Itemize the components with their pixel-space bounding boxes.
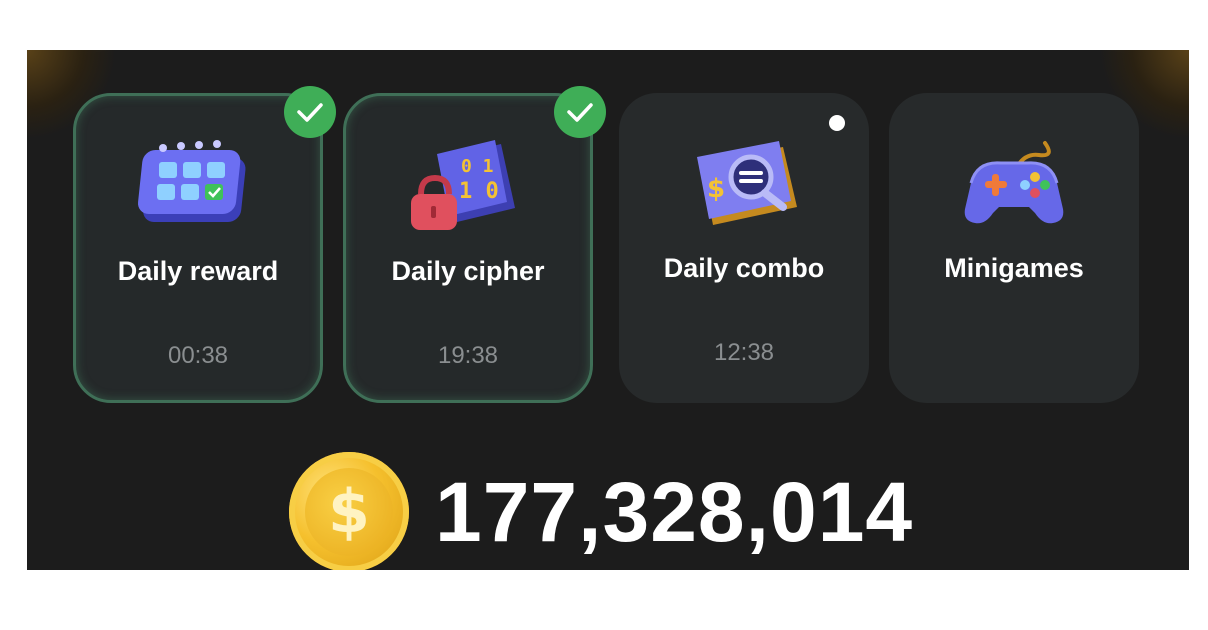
balance-display: $ 177,328,014 [289,452,913,570]
card-daily-reward[interactable]: Daily reward 00:38 [73,86,336,403]
coin-symbol: $ [305,468,393,556]
svg-text:$: $ [707,174,725,204]
card-timer: 12:38 [713,339,775,366]
card-title: Minigames [944,253,1084,283]
card-title: Daily cipher [391,256,545,286]
gamepad-icon [964,141,1064,224]
card-timer: 00:38 [167,342,229,369]
main-panel: Daily reward 00:38 0 1 1 0 Daily cipher … [27,50,1189,570]
svg-text:1 0: 1 0 [459,179,499,204]
card-timer: 19:38 [437,342,499,369]
coin-icon: $ [289,452,409,570]
balance-value: 177,328,014 [435,464,914,559]
calendar-icon [137,140,246,222]
card-daily-combo[interactable]: $ Daily combo 12:38 [619,93,869,403]
cipher-lock-icon: 0 1 1 0 [411,140,515,230]
check-icon [284,86,336,138]
combo-magnifier-icon: $ [697,141,797,225]
notification-dot [829,115,845,131]
card-daily-cipher[interactable]: 0 1 1 0 Daily cipher 19:38 [343,86,606,403]
card-title: Daily reward [117,256,279,286]
check-icon [554,86,606,138]
svg-text:0 1: 0 1 [461,156,494,177]
card-title: Daily combo [663,253,825,283]
card-minigames[interactable]: Minigames [889,93,1139,403]
